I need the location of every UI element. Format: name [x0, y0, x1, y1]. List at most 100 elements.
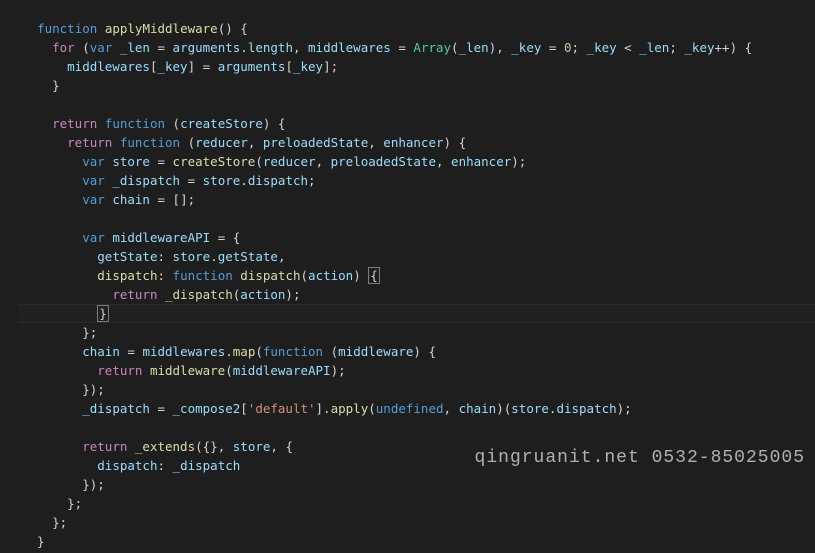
code-line[interactable]: getState: store.getState, — [22, 249, 285, 264]
code-token: _key — [157, 59, 187, 74]
code-token: middlewares — [67, 59, 150, 74]
code-line[interactable]: middlewares[_key] = arguments[_key]; — [22, 59, 338, 74]
code-token: _extends — [135, 439, 195, 454]
code-token: middlewareAPI — [112, 230, 210, 245]
code-line[interactable]: return _extends({}, store, { — [22, 439, 293, 454]
code-line[interactable]: var middlewareAPI = { — [22, 230, 240, 245]
code-line[interactable]: for (var _len = arguments.length, middle… — [22, 40, 752, 55]
code-token: ( — [323, 344, 338, 359]
code-token: middlewares — [308, 40, 391, 55]
code-token — [127, 439, 135, 454]
code-line[interactable] — [22, 2, 37, 17]
code-token: , — [248, 135, 263, 150]
code-token — [22, 59, 67, 74]
code-token: ) { — [413, 344, 436, 359]
code-token: apply — [331, 401, 369, 416]
code-line[interactable]: }); — [22, 477, 105, 492]
code-line[interactable]: } — [22, 534, 45, 549]
code-token: . — [225, 344, 233, 359]
code-token: dispatch — [556, 401, 616, 416]
code-token: for — [52, 40, 75, 55]
code-line[interactable]: var store = createStore(reducer, preload… — [22, 154, 526, 169]
code-token: function — [37, 21, 97, 36]
code-token: return — [67, 135, 112, 150]
code-token: = { — [210, 230, 240, 245]
code-line[interactable]: var chain = []; — [22, 192, 195, 207]
code-token: ) — [353, 268, 368, 283]
code-line[interactable]: } — [22, 78, 60, 93]
code-token: = []; — [150, 192, 195, 207]
code-token: ; — [571, 40, 586, 55]
code-token — [22, 306, 97, 321]
code-token: , — [368, 135, 383, 150]
code-token: preloadedState — [331, 154, 436, 169]
code-token: var — [82, 173, 105, 188]
code-token — [22, 40, 52, 55]
code-line[interactable]: } — [22, 305, 109, 322]
code-token: getState — [218, 249, 278, 264]
code-line[interactable]: }; — [22, 325, 97, 340]
code-token: ( — [180, 135, 195, 150]
code-token — [112, 135, 120, 150]
code-token: getState — [97, 249, 157, 264]
code-token: }; — [22, 496, 82, 511]
code-line[interactable]: }; — [22, 515, 67, 530]
code-token — [112, 40, 120, 55]
code-token: function — [120, 135, 180, 150]
code-line[interactable]: return function (createStore) { — [22, 116, 285, 131]
code-token: : — [157, 268, 172, 283]
code-line[interactable]: }; — [22, 496, 82, 511]
code-token: = — [391, 40, 414, 55]
code-token: store — [233, 439, 271, 454]
code-token: applyMiddleware — [105, 21, 218, 36]
code-token: middlewares — [142, 344, 225, 359]
code-token: map — [233, 344, 256, 359]
code-token: preloadedState — [263, 135, 368, 150]
code-token: _key — [587, 40, 617, 55]
code-token: dispatch — [240, 268, 300, 283]
code-token — [22, 2, 37, 17]
code-token: middleware — [150, 363, 225, 378]
code-token: ( — [301, 268, 309, 283]
code-token — [97, 21, 105, 36]
code-editor-content[interactable]: function applyMiddleware() { for (var _l… — [22, 0, 752, 551]
code-token: [ — [285, 59, 293, 74]
code-token: var — [82, 154, 105, 169]
code-token: dispatch — [97, 268, 157, 283]
code-token: chain — [82, 344, 120, 359]
code-line[interactable]: return function (reducer, preloadedState… — [22, 135, 466, 150]
code-token: , — [278, 249, 286, 264]
code-token — [22, 401, 82, 416]
code-token: [ — [240, 401, 248, 416]
code-token: }; — [22, 325, 97, 340]
code-line[interactable]: _dispatch = _compose2['default'].apply(u… — [22, 401, 632, 416]
bracket-match: { — [368, 267, 380, 284]
code-line[interactable]: return _dispatch(action); — [22, 287, 300, 302]
code-line[interactable]: dispatch: function dispatch(action) { — [22, 267, 380, 284]
code-token: = — [541, 40, 564, 55]
code-token: ) { — [263, 116, 286, 131]
code-token: , — [436, 154, 451, 169]
code-line[interactable]: function applyMiddleware() { — [22, 21, 248, 36]
code-line[interactable]: return middleware(middlewareAPI); — [22, 363, 346, 378]
code-token — [97, 116, 105, 131]
code-token: = — [180, 173, 203, 188]
code-token: return — [52, 116, 97, 131]
code-token: . — [240, 173, 248, 188]
code-token — [22, 230, 82, 245]
code-token — [22, 363, 97, 378]
code-token: dispatch — [248, 173, 308, 188]
code-token: chain — [459, 401, 497, 416]
code-token: _dispatch — [165, 287, 233, 302]
code-token: ( — [368, 401, 376, 416]
code-token: ); — [511, 154, 526, 169]
code-token — [142, 363, 150, 378]
code-line[interactable]: var _dispatch = store.dispatch; — [22, 173, 316, 188]
code-line[interactable]: chain = middlewares.map(function (middle… — [22, 344, 436, 359]
code-token: createStore — [173, 154, 256, 169]
code-line[interactable]: }); — [22, 382, 105, 397]
code-token: _key — [684, 40, 714, 55]
code-token: () { — [218, 21, 248, 36]
code-token: createStore — [180, 116, 263, 131]
code-line[interactable]: dispatch: _dispatch — [22, 458, 240, 473]
